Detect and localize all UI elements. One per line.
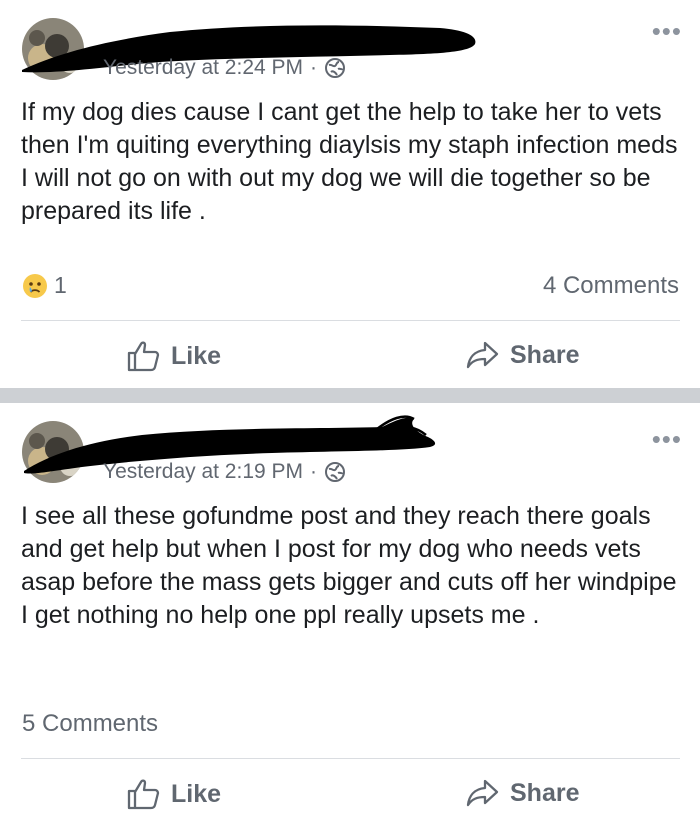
globe-icon — [324, 461, 346, 483]
share-arrow-icon — [466, 779, 499, 807]
like-button[interactable]: Like — [127, 778, 221, 810]
comments-count[interactable]: 5 Comments — [22, 710, 158, 738]
timestamp[interactable]: Yesterday at 2:19 PM — [103, 460, 303, 484]
like-label: Like — [171, 341, 222, 370]
more-options-icon[interactable]: ••• — [652, 426, 682, 452]
reaction-summary[interactable]: 1 — [22, 272, 67, 299]
post-card: Yesterday at 2:19 PM · ••• I see all the… — [0, 403, 700, 827]
like-button[interactable]: Like — [127, 340, 221, 372]
post-meta: Yesterday at 2:19 PM · — [103, 460, 346, 484]
share-label: Share — [510, 340, 580, 369]
meta-separator: · — [310, 56, 318, 79]
share-button[interactable]: Share — [466, 340, 579, 370]
divider — [21, 758, 680, 759]
meta-separator: · — [310, 460, 318, 483]
like-label: Like — [171, 779, 222, 808]
comments-count[interactable]: 4 Comments — [543, 272, 679, 300]
post-meta: Yesterday at 2:24 PM · — [103, 56, 346, 80]
thumbs-up-icon — [127, 341, 160, 372]
timestamp[interactable]: Yesterday at 2:24 PM — [103, 56, 303, 80]
share-button[interactable]: Share — [466, 778, 579, 808]
post-text: If my dog dies cause I cant get the help… — [21, 98, 678, 225]
thumbs-up-icon — [127, 779, 160, 810]
post-separator — [0, 388, 700, 403]
post-text: I see all these gofundme post and they r… — [21, 502, 677, 629]
post-card: Yesterday at 2:24 PM · ••• If my dog die… — [0, 0, 700, 388]
share-arrow-icon — [466, 341, 499, 369]
more-options-icon[interactable]: ••• — [652, 18, 682, 44]
divider — [21, 320, 680, 321]
reaction-count: 1 — [54, 272, 67, 298]
share-label: Share — [510, 778, 580, 807]
globe-icon — [324, 57, 346, 79]
sad-reaction-icon — [22, 273, 48, 299]
